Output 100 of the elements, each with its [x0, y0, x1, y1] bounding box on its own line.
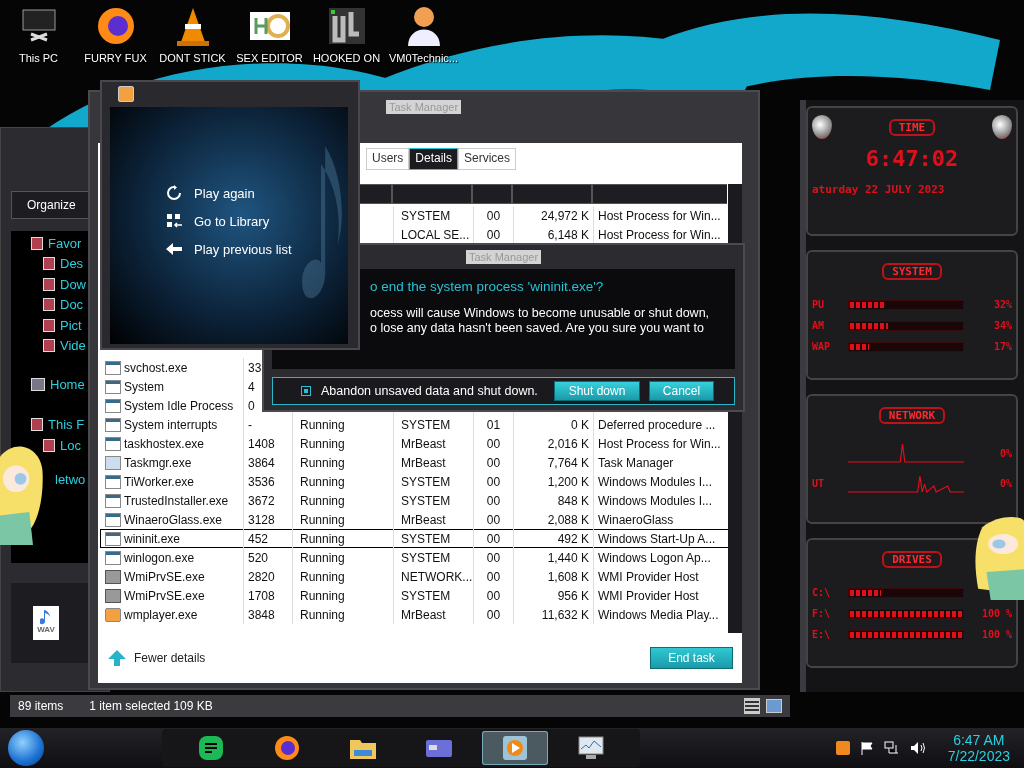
graph-reading: 0%: [998, 477, 1012, 489]
panel-title: TIME: [888, 118, 936, 136]
pid: 3864: [248, 455, 275, 470]
taskbar-date[interactable]: 7/22/2023: [947, 748, 1010, 764]
process-name[interactable]: svchost.exe: [124, 360, 188, 375]
status: Running: [300, 531, 345, 546]
tab[interactable]: Services: [458, 148, 517, 170]
status: Running: [300, 474, 345, 489]
drive-label: F:\: [812, 608, 832, 619]
process-name[interactable]: WmiPrvSE.exe: [124, 569, 205, 584]
process-name[interactable]: System interrupts: [124, 417, 218, 432]
window-icon: [105, 417, 121, 432]
process-name[interactable]: WmiPrvSE.exe: [124, 588, 205, 603]
alien-head-icon: [992, 115, 1012, 139]
description: Task Manager: [598, 455, 674, 470]
desktop-icon-label[interactable]: FURRY FUX: [84, 52, 147, 64]
memory-value: 956 K: [557, 588, 589, 603]
dialog-message: ocess will cause Windows to become unusable or shut down,: [370, 306, 711, 321]
play-icon[interactable]: [482, 731, 548, 765]
player-menu-item[interactable]: Go to Library: [194, 213, 270, 229]
drive-label: E:\: [812, 629, 832, 640]
details-view-icon[interactable]: [744, 698, 760, 714]
cpu-value: 00: [486, 474, 501, 489]
memory-value: 848 K: [557, 493, 589, 508]
panel-title: SYSTEM: [882, 262, 942, 280]
nav-item[interactable]: Home: [50, 376, 85, 392]
cpu-value: 00: [486, 455, 501, 470]
app-tray-icon[interactable]: [835, 741, 850, 755]
process-name[interactable]: System Idle Process: [124, 398, 234, 413]
pid: 452: [248, 531, 269, 546]
taskbar-time[interactable]: 6:47 AM: [953, 732, 1005, 748]
pid: -: [248, 417, 252, 432]
nav-item[interactable]: Favor: [48, 235, 82, 251]
meter-label: AM: [812, 320, 826, 331]
tab[interactable]: Users: [366, 148, 410, 170]
nav-item[interactable]: Loc: [60, 437, 81, 453]
flag-icon[interactable]: [859, 741, 874, 755]
checkbox[interactable]: [301, 386, 311, 396]
player-menu-item[interactable]: Play again: [194, 185, 255, 201]
drive-reading: 100 %: [981, 629, 1012, 640]
user-name: LOCAL SE...: [401, 227, 470, 242]
tab[interactable]: Details: [409, 148, 459, 170]
network-icon[interactable]: [883, 741, 900, 755]
cpu-value: 01: [486, 417, 501, 432]
process-name[interactable]: wininit.exe: [124, 531, 181, 546]
desktop-icon-label[interactable]: This PC: [18, 52, 59, 64]
nav-item[interactable]: This F: [48, 417, 85, 433]
description: Host Process for Win...: [598, 208, 721, 223]
memory-value: 11,632 K: [541, 607, 589, 622]
nav-item[interactable]: Pict: [60, 317, 82, 333]
nav-item[interactable]: Dow: [60, 276, 86, 292]
window-icon: [105, 398, 121, 413]
meter-reading: 32%: [992, 299, 1012, 310]
description: Host Process for Win...: [598, 227, 721, 242]
cpu-value: 00: [486, 531, 501, 546]
folder-icon: [43, 318, 55, 332]
memory-value: 2,088 K: [547, 512, 589, 527]
meter-reading: 17%: [992, 341, 1012, 352]
volume-icon[interactable]: [909, 741, 926, 755]
nav-item[interactable]: letwo: [55, 472, 86, 488]
desktop-icon-label[interactable]: DONT STICK: [159, 52, 226, 64]
nav-item[interactable]: Vide: [60, 338, 86, 354]
nav-item[interactable]: Doc: [60, 297, 84, 313]
process-name[interactable]: System: [124, 379, 164, 394]
process-name[interactable]: Taskmgr.exe: [124, 455, 192, 470]
cpu-value: 00: [486, 436, 501, 451]
folder-icon: [43, 277, 55, 291]
memory-value: 2,016 K: [547, 436, 589, 451]
window-icon: [105, 436, 121, 451]
description: Windows Logon Ap...: [598, 550, 711, 565]
folder-icon: [43, 438, 55, 452]
process-name[interactable]: WinaeroGlass.exe: [124, 512, 223, 527]
folder-icon: [31, 236, 43, 250]
user-name: MrBeast: [401, 512, 446, 527]
checkbox-label[interactable]: Abandon unsaved data and shut down.: [321, 384, 538, 398]
cpu-value: 00: [486, 512, 501, 527]
user-name: SYSTEM: [401, 531, 451, 546]
audio-file-icon[interactable]: WAV: [33, 606, 59, 640]
description: Windows Modules I...: [598, 474, 713, 489]
play-icon: [105, 607, 121, 622]
window-icon: [105, 531, 121, 546]
desktop-icon-label[interactable]: SEX EDITOR: [236, 52, 303, 64]
pid: 2820: [248, 569, 275, 584]
process-name[interactable]: TiWorker.exe: [124, 474, 195, 489]
process-name[interactable]: wmplayer.exe: [124, 607, 198, 622]
folder-icon: [43, 257, 55, 271]
fewer-details-link[interactable]: Fewer details: [134, 651, 206, 665]
process-name[interactable]: taskhostex.exe: [124, 436, 205, 451]
user-name: SYSTEM: [401, 417, 451, 432]
process-name[interactable]: winlogon.exe: [124, 550, 195, 565]
process-name[interactable]: TrustedInstaller.exe: [124, 493, 229, 508]
start-button[interactable]: [8, 730, 44, 766]
pid: 0: [248, 398, 255, 413]
nav-item[interactable]: Des: [60, 256, 84, 272]
desktop-icon-label[interactable]: HOOKED ON: [312, 52, 381, 64]
library-icon: [166, 213, 182, 229]
pid: 4: [248, 379, 255, 394]
player-menu-item[interactable]: Play previous list: [194, 241, 292, 257]
pid: 3128: [248, 512, 275, 527]
status: Running: [300, 588, 345, 603]
